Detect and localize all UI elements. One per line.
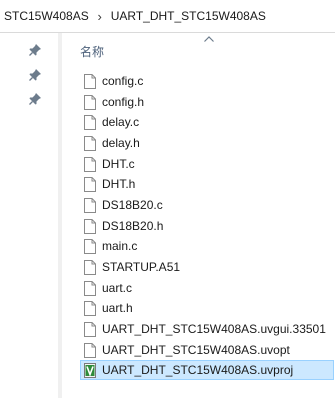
file-row[interactable]: UART_DHT_STC15W408AS.uvgui.33501: [62, 319, 335, 340]
file-name: DS18B20.h: [102, 218, 164, 233]
column-header-name[interactable]: 名称: [80, 43, 104, 60]
file-name: UART_DHT_STC15W408AS.uvproj: [102, 363, 294, 378]
pin-icon[interactable]: [28, 43, 42, 57]
file-name: DS18B20.c: [102, 197, 163, 212]
file-name: config.h: [102, 94, 145, 109]
pin-icon[interactable]: [28, 92, 42, 106]
keil-project-icon: [84, 363, 96, 379]
file-name: UART_DHT_STC15W408AS.uvopt: [102, 342, 290, 357]
chevron-right-icon[interactable]: ›: [89, 9, 111, 24]
pin-icon[interactable]: [28, 68, 42, 82]
generic-file-icon: [84, 301, 96, 317]
file-row[interactable]: config.c: [62, 71, 335, 92]
file-name: STARTUP.A51: [102, 259, 181, 274]
file-name: DHT.c: [102, 156, 135, 171]
generic-file-icon: [84, 239, 96, 255]
breadcrumb-item-uart-dht[interactable]: UART_DHT_STC15W408AS: [111, 9, 266, 23]
file-rows: config.c config.h delay.c delay.h DHT.c DHT.h…: [62, 71, 335, 381]
file-row[interactable]: DHT.c: [62, 154, 335, 175]
generic-file-icon: [84, 135, 96, 151]
file-row[interactable]: DS18B20.c: [62, 195, 335, 216]
file-row[interactable]: main.c: [62, 236, 335, 257]
generic-file-icon: [84, 177, 96, 193]
generic-file-icon: [84, 259, 96, 275]
file-row[interactable]: delay.h: [62, 133, 335, 154]
file-row[interactable]: UART_DHT_STC15W408AS.uvproj: [62, 360, 335, 381]
generic-file-icon: [84, 94, 96, 110]
file-name: config.c: [102, 74, 144, 88]
file-list: 名称 config.c config.h delay.c delay.h DHT.c DH…: [62, 33, 335, 398]
file-row[interactable]: config.h: [62, 92, 335, 113]
file-row[interactable]: delay.c: [62, 112, 335, 133]
file-row[interactable]: STARTUP.A51: [62, 257, 335, 278]
navigation-pane: [0, 33, 58, 398]
generic-file-icon: [84, 115, 96, 131]
file-name: main.c: [102, 239, 138, 254]
generic-file-icon: [84, 197, 96, 213]
file-name: delay.h: [102, 135, 140, 150]
generic-file-icon: [84, 74, 96, 89]
file-row[interactable]: UART_DHT_STC15W408AS.uvopt: [62, 340, 335, 361]
file-name: delay.c: [102, 115, 140, 130]
generic-file-icon: [84, 342, 96, 358]
file-row[interactable]: uart.h: [62, 298, 335, 319]
generic-file-icon: [84, 321, 96, 337]
file-name: UART_DHT_STC15W408AS.uvgui.33501: [102, 321, 326, 336]
file-name: DHT.h: [102, 177, 136, 192]
generic-file-icon: [84, 218, 96, 234]
file-name: uart.h: [102, 301, 133, 316]
file-row[interactable]: uart.c: [62, 278, 335, 299]
generic-file-icon: [84, 156, 96, 172]
explorer-window: STC15W408AS › UART_DHT_STC15W408AS 名称 co…: [0, 0, 335, 398]
file-name: uart.c: [102, 280, 133, 295]
file-row[interactable]: DHT.h: [62, 174, 335, 195]
generic-file-icon: [84, 280, 96, 296]
sort-ascending-icon: [204, 36, 214, 42]
breadcrumb-item-stc15w408as[interactable]: STC15W408AS: [4, 9, 89, 23]
breadcrumb: STC15W408AS › UART_DHT_STC15W408AS: [0, 0, 335, 33]
file-row[interactable]: DS18B20.h: [62, 216, 335, 237]
